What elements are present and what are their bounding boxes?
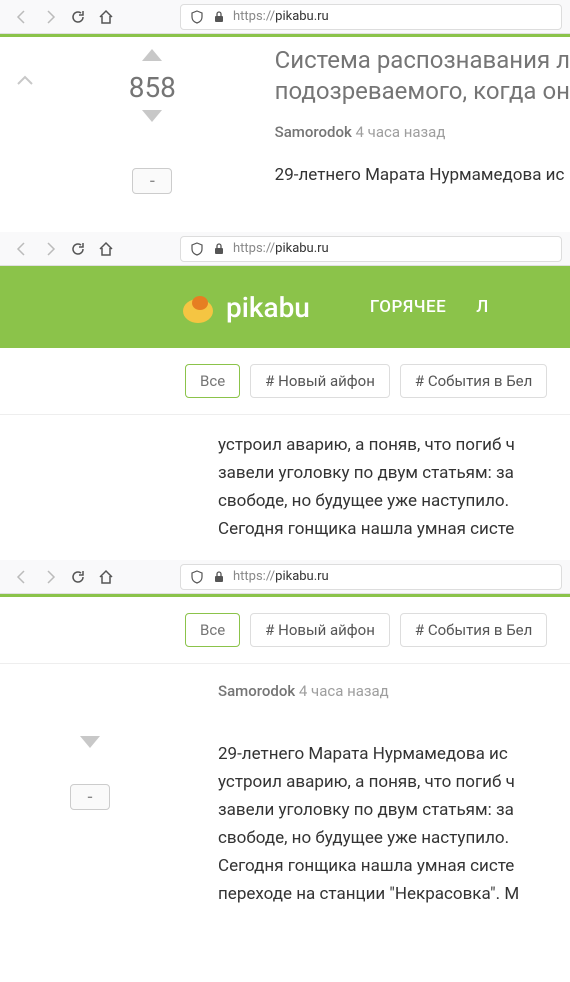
post-title: Система распознавания лподозреваемого, к… <box>275 45 570 107</box>
browser-toolbar: https://pikabu.ru <box>0 560 570 594</box>
tag-all[interactable]: Все <box>185 364 240 398</box>
reload-button[interactable] <box>64 3 92 31</box>
collapse-arrow-icon[interactable] <box>16 72 34 91</box>
site-header: pikabu ГОРЯЧЕЕ Л <box>0 266 570 348</box>
forward-button[interactable] <box>36 563 64 591</box>
back-button[interactable] <box>8 563 36 591</box>
home-button[interactable] <box>92 563 120 591</box>
post-author[interactable]: Samorodok <box>218 682 295 700</box>
logo[interactable]: pikabu <box>180 289 310 325</box>
home-button[interactable] <box>92 235 120 263</box>
logo-icon <box>180 289 216 325</box>
upvote-button[interactable] <box>140 47 164 67</box>
url-text: https://pikabu.ru <box>233 9 329 24</box>
post-body: устроил аварию, а поняв, что погиб ч зав… <box>0 415 570 560</box>
reload-button[interactable] <box>64 235 92 263</box>
post-body: 29-летнего Марата Нурмамедова ис устроил… <box>180 720 570 908</box>
shield-icon <box>189 569 205 585</box>
url-text: https://pikabu.ru <box>233 569 329 584</box>
browser-section-1: https://pikabu.ru 858 - Система распозна… <box>0 0 570 232</box>
nav-l[interactable]: Л <box>476 297 489 317</box>
shield-icon <box>189 9 205 25</box>
tags-bar: Все # Новый айфон # События в Бел <box>0 348 570 415</box>
browser-toolbar: https://pikabu.ru <box>0 232 570 266</box>
lock-icon <box>211 241 227 257</box>
back-button[interactable] <box>8 235 36 263</box>
downvote-button[interactable] <box>140 108 164 128</box>
url-bar[interactable]: https://pikabu.ru <box>180 564 562 590</box>
shield-icon <box>189 241 205 257</box>
logo-text: pikabu <box>226 291 310 324</box>
tag-iphone[interactable]: # Новый айфон <box>250 613 390 647</box>
url-bar[interactable]: https://pikabu.ru <box>180 236 562 262</box>
browser-section-2: https://pikabu.ru pikabu ГОРЯЧЕЕ Л Все #… <box>0 232 570 560</box>
save-button[interactable]: - <box>132 168 172 194</box>
forward-button[interactable] <box>36 235 64 263</box>
post-author[interactable]: Samorodok <box>275 123 352 141</box>
tag-iphone[interactable]: # Новый айфон <box>250 364 390 398</box>
post-meta: Samorodok 4 часа назад <box>180 664 570 700</box>
browser-section-3: https://pikabu.ru Все # Новый айфон # Со… <box>0 560 570 908</box>
vote-count: 858 <box>129 71 176 104</box>
url-text: https://pikabu.ru <box>233 241 329 256</box>
downvote-button[interactable] <box>78 734 102 754</box>
tags-bar: Все # Новый айфон # События в Бел <box>0 597 570 664</box>
forward-button[interactable] <box>36 3 64 31</box>
reload-button[interactable] <box>64 563 92 591</box>
save-button[interactable]: - <box>70 784 110 810</box>
browser-toolbar: https://pikabu.ru <box>0 0 570 34</box>
post-meta: Samorodok 4 часа назад <box>275 123 570 141</box>
post-body: 29-летнего Марата Нурмамедова ис <box>275 161 570 189</box>
tag-all[interactable]: Все <box>185 613 240 647</box>
post-time: 4 часа назад <box>299 682 389 700</box>
tag-belarus[interactable]: # События в Бел <box>400 613 547 647</box>
lock-icon <box>211 569 227 585</box>
nav-hot[interactable]: ГОРЯЧЕЕ <box>370 297 446 317</box>
home-button[interactable] <box>92 3 120 31</box>
back-button[interactable] <box>8 3 36 31</box>
post-time: 4 часа назад <box>356 123 446 141</box>
tag-belarus[interactable]: # События в Бел <box>400 364 547 398</box>
url-bar[interactable]: https://pikabu.ru <box>180 4 562 30</box>
lock-icon <box>211 9 227 25</box>
